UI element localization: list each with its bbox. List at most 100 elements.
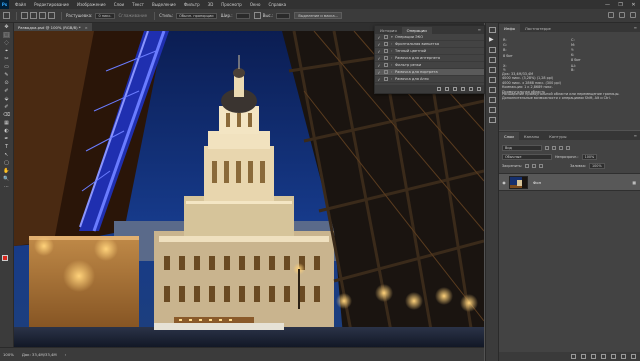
lock-pixels-icon[interactable] — [525, 163, 530, 168]
eyedropper-tool-icon[interactable]: ✎ — [3, 72, 10, 78]
intersect-selection-icon[interactable] — [48, 12, 55, 19]
eraser-tool-icon[interactable]: ⌫ — [3, 112, 10, 118]
swap-icon[interactable] — [253, 12, 261, 19]
action-toggle-icon[interactable]: ✓ — [375, 42, 383, 47]
tab-info[interactable]: Инфо — [499, 24, 520, 32]
pen-tool-icon[interactable]: ✒ — [3, 136, 10, 142]
foreground-color-swatch[interactable] — [2, 255, 8, 261]
menu-edit[interactable]: Редактирование — [34, 2, 69, 7]
dialog-toggle-icon[interactable] — [384, 42, 388, 46]
filter-type-icon[interactable] — [559, 145, 563, 150]
menu-select[interactable]: Выделение — [152, 2, 176, 7]
history-brush-tool-icon[interactable]: ✐ — [3, 104, 10, 110]
more-tools-icon[interactable]: ⋯ — [3, 184, 10, 190]
layer-kind-filter[interactable]: Вид — [502, 144, 542, 151]
quick-select-tool-icon[interactable]: ⌖ — [3, 48, 10, 54]
stamp-tool-icon[interactable]: ⬙ — [3, 96, 10, 102]
dialog-toggle-icon[interactable] — [384, 56, 388, 60]
zoom-tool-icon[interactable]: 🔍 — [3, 176, 10, 182]
close-tab-icon[interactable]: × — [85, 25, 88, 30]
new-set-icon[interactable] — [461, 87, 465, 91]
character-panel-icon[interactable] — [489, 97, 496, 103]
height-input[interactable] — [276, 12, 291, 19]
antialias-checkbox[interactable]: Сглаживание — [119, 13, 148, 18]
menu-file[interactable]: Файл — [15, 2, 26, 7]
dialog-toggle-icon[interactable] — [384, 63, 388, 67]
action-row[interactable]: ✓ › Фронтальная виньетка — [375, 41, 484, 48]
filter-adjust-icon[interactable] — [552, 145, 556, 150]
gradient-tool-icon[interactable]: ▦ — [3, 120, 10, 126]
layer-mask-icon[interactable] — [591, 354, 596, 359]
lock-position-icon[interactable] — [532, 163, 537, 168]
dialog-toggle-icon[interactable] — [384, 70, 388, 74]
restore-icon[interactable]: ❐ — [614, 0, 627, 9]
trash-icon[interactable] — [477, 87, 481, 91]
style-select[interactable]: Обычн. пропорции — [176, 12, 217, 19]
marquee-tool-icon[interactable]: ⬚ — [3, 32, 10, 38]
type-tool-icon[interactable]: T — [3, 144, 10, 150]
menu-layers[interactable]: Слои — [114, 2, 124, 7]
menu-view[interactable]: Просмотр — [221, 2, 242, 7]
action-row-selected[interactable]: ✓ › Рамочка для портрета — [375, 69, 484, 76]
menu-help[interactable]: Справка — [268, 2, 286, 7]
dialog-toggle-icon[interactable] — [384, 77, 388, 81]
move-tool-icon[interactable]: ✥ — [3, 24, 10, 30]
workspace-icon[interactable] — [619, 12, 625, 18]
tab-history[interactable]: История — [375, 27, 402, 34]
record-icon[interactable] — [445, 87, 449, 91]
menu-type[interactable]: Текст — [132, 2, 144, 7]
select-and-mask-button[interactable]: Выделение и маска... — [294, 12, 343, 19]
play-icon[interactable] — [453, 87, 457, 91]
frame-tool-icon[interactable]: ▭ — [3, 64, 10, 70]
history-panel-icon[interactable] — [489, 27, 496, 33]
crop-tool-icon[interactable]: ✂ — [3, 56, 10, 62]
zoom-level[interactable]: 100% — [3, 352, 14, 357]
action-toggle-icon[interactable]: ✓ — [375, 63, 383, 68]
dialog-toggle-icon[interactable] — [384, 35, 388, 39]
width-input[interactable] — [235, 12, 250, 19]
libraries-panel-icon[interactable] — [489, 117, 496, 123]
status-menu-arrow-icon[interactable]: › — [65, 352, 67, 357]
menu-window[interactable]: Окно — [250, 2, 261, 7]
action-toggle-icon[interactable]: ✓ — [375, 35, 383, 40]
link-layers-icon[interactable] — [571, 354, 576, 359]
menu-3d[interactable]: 3D — [208, 2, 214, 7]
layer-row-background[interactable]: ◉ Фон ■ — [499, 173, 640, 191]
search-icon[interactable] — [608, 12, 614, 18]
action-toggle-icon[interactable]: ✓ — [375, 70, 383, 75]
tab-actions[interactable]: Операции — [401, 27, 432, 34]
properties-panel-icon[interactable] — [489, 47, 496, 53]
stop-icon[interactable] — [437, 87, 441, 91]
action-toggle-icon[interactable]: ✓ — [375, 56, 383, 61]
lock-all-icon[interactable] — [539, 163, 544, 168]
add-selection-icon[interactable] — [30, 12, 37, 19]
panel-menu-icon[interactable]: ≡ — [634, 25, 637, 30]
healing-tool-icon[interactable]: ⊙ — [3, 80, 10, 86]
document-tab[interactable]: Разводка.psd @ 100% (RGB/8) * × — [14, 23, 92, 31]
action-row[interactable]: ✓ › Теплый цветной — [375, 48, 484, 55]
tab-layers[interactable]: Слои — [499, 132, 519, 140]
menu-filter[interactable]: Фильтр — [184, 2, 200, 7]
action-row[interactable]: ✓ › Фильтр резки — [375, 62, 484, 69]
subtract-selection-icon[interactable] — [39, 12, 46, 19]
swatches-panel-icon[interactable] — [489, 67, 496, 73]
fill-input[interactable]: 100% — [588, 162, 605, 169]
layer-style-icon[interactable] — [581, 354, 586, 359]
action-toggle-icon[interactable]: ✓ — [375, 49, 383, 54]
adjustments-panel-icon[interactable] — [489, 77, 496, 83]
lasso-tool-icon[interactable]: ◌ — [3, 40, 10, 46]
tab-channels[interactable]: Каналы — [519, 132, 544, 140]
opacity-input[interactable]: 100% — [581, 153, 598, 160]
shape-tool-icon[interactable]: ▢ — [3, 160, 10, 166]
close-icon[interactable]: ✕ — [627, 0, 640, 9]
brush-tool-icon[interactable]: ✐ — [3, 88, 10, 94]
menu-image[interactable]: Изображение — [77, 2, 106, 7]
path-select-tool-icon[interactable]: ↖ — [3, 152, 10, 158]
action-row[interactable]: ✓ ▾ Операции ЭКО — [375, 34, 484, 41]
panel-menu-icon[interactable]: ≡ — [634, 133, 637, 138]
dodge-tool-icon[interactable]: ◐ — [3, 128, 10, 134]
panel-menu-icon[interactable]: ≡ — [478, 27, 481, 32]
action-row[interactable]: ✓ › Рамочка для Агео — [375, 76, 484, 83]
brush-panel-icon[interactable] — [489, 87, 496, 93]
group-icon[interactable] — [611, 354, 616, 359]
